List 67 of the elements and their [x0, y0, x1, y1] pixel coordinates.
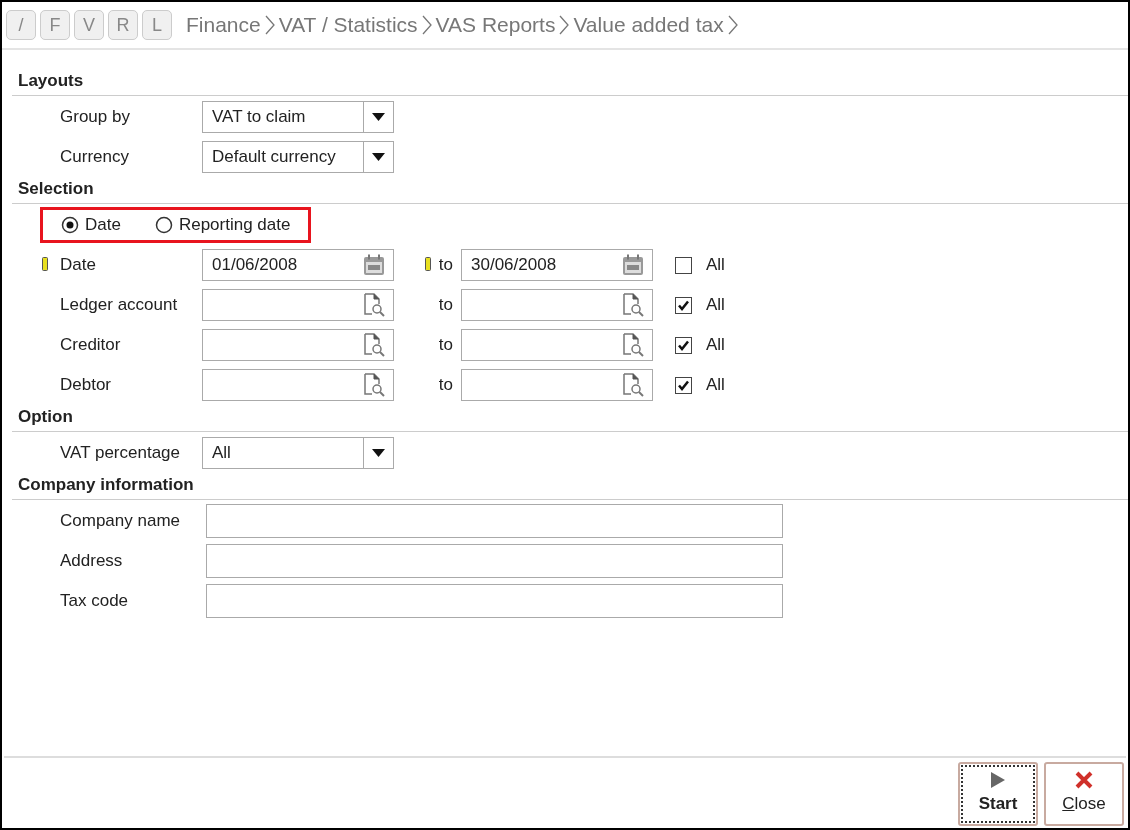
- dropdown[interactable]: All: [202, 437, 394, 469]
- checkbox-label[interactable]: All: [706, 332, 725, 358]
- field-label: VAT percentage: [60, 442, 182, 465]
- lookup-field[interactable]: [461, 369, 653, 401]
- date-field[interactable]: 30/06/2008: [461, 249, 653, 281]
- dropdown-arrow-icon: [372, 449, 385, 457]
- field-label: Tax code: [60, 590, 130, 613]
- lookup-field[interactable]: [202, 369, 394, 401]
- to-label: to: [438, 374, 453, 397]
- checkbox-label[interactable]: All: [706, 372, 725, 398]
- lookup-field[interactable]: [202, 289, 394, 321]
- calendar-icon: [363, 254, 385, 276]
- section-header: Layouts: [12, 70, 1128, 96]
- close-button[interactable]: Close: [1044, 762, 1124, 826]
- field-label: Address: [60, 550, 124, 573]
- dropdown-arrow-icon: [372, 153, 385, 161]
- to-label: to: [438, 334, 453, 357]
- lookup-field[interactable]: [202, 329, 394, 361]
- field-label: Group by: [60, 106, 131, 129]
- field-label: Creditor: [60, 334, 122, 357]
- breadcrumb-link[interactable]: VAS Reports: [435, 9, 556, 41]
- checkbox-label[interactable]: All: [706, 252, 725, 278]
- checkbox[interactable]: [675, 336, 692, 354]
- field-label: Currency: [60, 146, 130, 169]
- field-label: Date: [60, 254, 97, 277]
- lookup-field[interactable]: [461, 329, 653, 361]
- text-field[interactable]: [206, 584, 783, 618]
- text-field[interactable]: [206, 544, 783, 578]
- document-search-icon: [363, 293, 385, 317]
- checkbox[interactable]: [675, 296, 692, 314]
- document-search-icon: [622, 373, 644, 397]
- checkbox[interactable]: [675, 376, 692, 394]
- section-header: Selection: [12, 178, 1128, 204]
- document-search-icon: [622, 293, 644, 317]
- field-label: Ledger account: [60, 294, 179, 317]
- checkbox-label[interactable]: All: [706, 292, 725, 318]
- close-icon: [1075, 771, 1093, 790]
- play-icon: [990, 771, 1006, 790]
- start-button[interactable]: Start: [958, 762, 1038, 826]
- section-header: Option: [12, 406, 1128, 432]
- breadcrumb-link[interactable]: VAT / Statistics: [278, 9, 418, 41]
- chevron-right-icon: [559, 15, 570, 35]
- radio-label[interactable]: Reporting date: [178, 212, 291, 238]
- date-field[interactable]: 01/06/2008: [202, 249, 394, 281]
- field-label: Debtor: [60, 374, 113, 397]
- calendar-icon: [622, 254, 644, 276]
- dropdown[interactable]: VAT to claim: [202, 101, 394, 133]
- breadcrumb-link[interactable]: Finance: [186, 9, 261, 41]
- section-header: Company information: [12, 474, 1128, 500]
- to-label: to: [438, 294, 453, 317]
- radio-button[interactable]: [61, 216, 79, 234]
- to-label: to: [438, 254, 453, 277]
- chevron-right-icon: [264, 15, 275, 35]
- breadcrumb-link[interactable]: Value added tax: [573, 9, 724, 41]
- lookup-field[interactable]: [461, 289, 653, 321]
- checkbox[interactable]: [675, 256, 692, 274]
- radio-button[interactable]: [154, 216, 173, 234]
- dropdown-arrow-icon: [372, 113, 385, 121]
- document-search-icon: [363, 333, 385, 357]
- document-search-icon: [622, 333, 644, 357]
- text-field[interactable]: [206, 504, 783, 538]
- chevron-right-icon: [421, 15, 432, 35]
- chevron-right-icon: [727, 15, 738, 35]
- dropdown[interactable]: Default currency: [202, 141, 394, 173]
- document-search-icon: [363, 373, 385, 397]
- field-label: Company name: [60, 510, 181, 533]
- radio-label[interactable]: Date: [85, 212, 121, 238]
